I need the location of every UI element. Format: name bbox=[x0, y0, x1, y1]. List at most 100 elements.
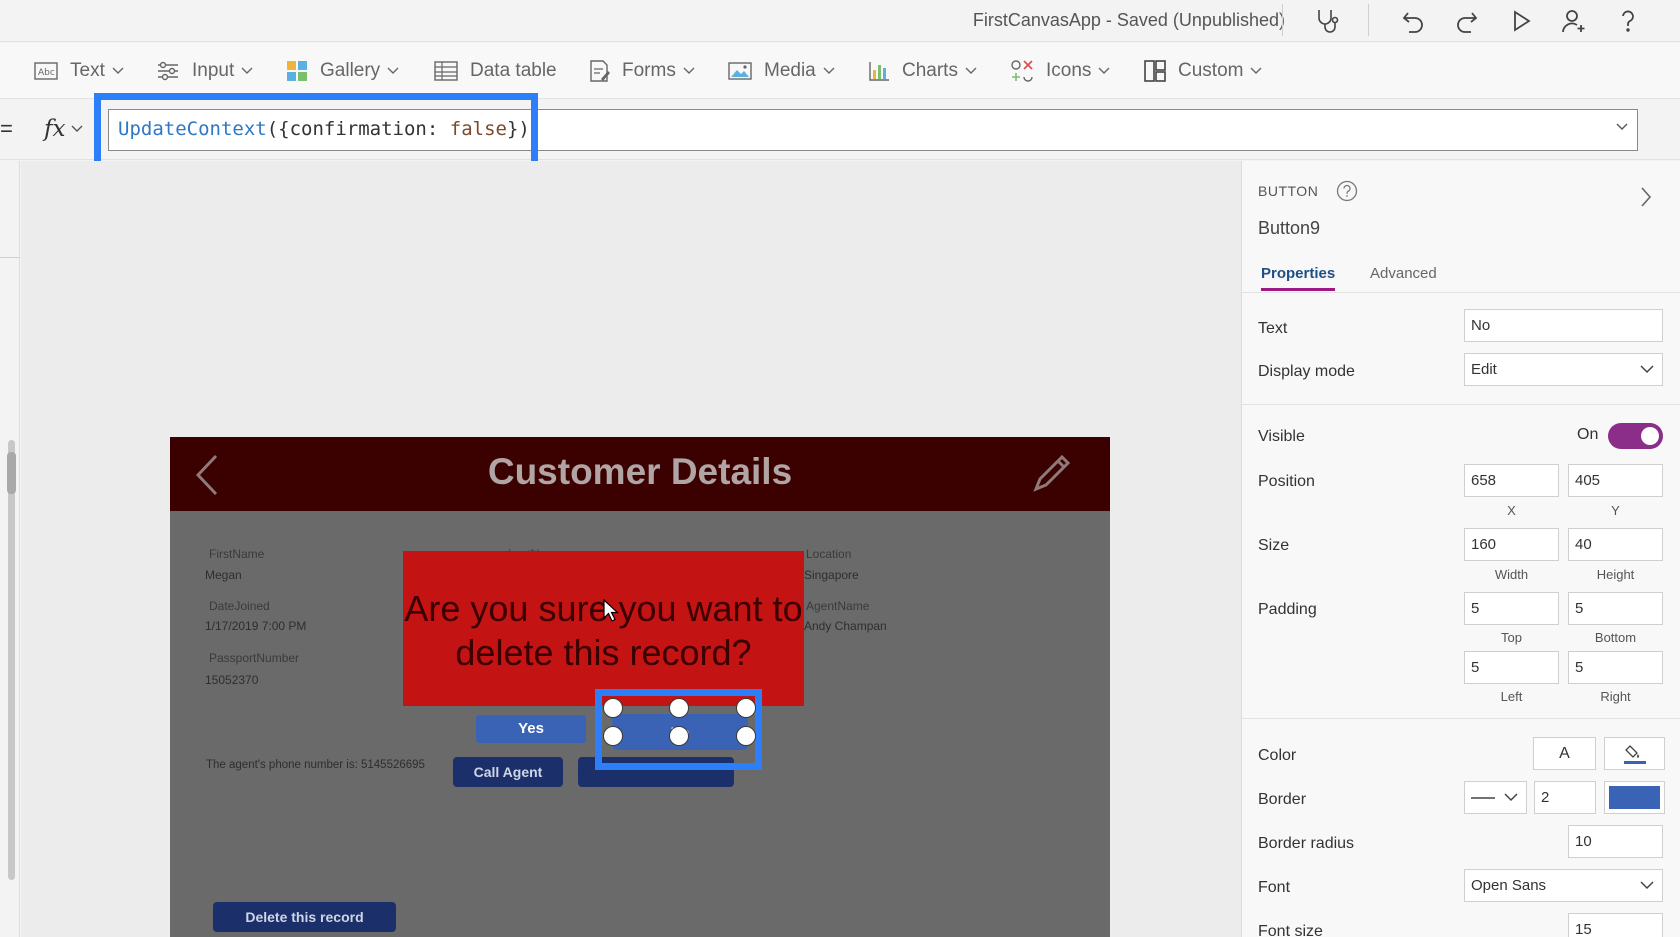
position-label: Position bbox=[1258, 473, 1315, 490]
position-x-input[interactable]: 658 bbox=[1464, 464, 1559, 497]
play-icon[interactable] bbox=[1504, 5, 1538, 37]
insert-item-label: Media bbox=[764, 60, 816, 81]
visible-toggle[interactable] bbox=[1608, 423, 1663, 449]
border-width-input[interactable]: 2 bbox=[1534, 781, 1596, 814]
insert-item-label: Forms bbox=[622, 60, 676, 81]
tab-advanced[interactable]: Advanced bbox=[1370, 265, 1437, 282]
formula-function: UpdateContext bbox=[118, 118, 267, 140]
display-mode-value: Edit bbox=[1471, 361, 1497, 378]
resize-handle-bottom[interactable] bbox=[669, 726, 689, 746]
padding-label: Padding bbox=[1258, 601, 1317, 618]
display-mode-select[interactable]: Edit bbox=[1464, 353, 1663, 386]
hidden-button-behind[interactable] bbox=[578, 757, 734, 787]
svg-text:Abc: Abc bbox=[38, 68, 55, 78]
confirmation-message: Are you sure you want to delete this rec… bbox=[404, 588, 803, 673]
resize-handle-top-right[interactable] bbox=[736, 698, 756, 718]
edit-pencil-icon[interactable] bbox=[1028, 451, 1074, 497]
yes-button[interactable]: Yes bbox=[476, 715, 586, 743]
app-screen[interactable]: Customer Details FirstName Megan LastNam… bbox=[170, 437, 1110, 937]
insert-text-menu[interactable]: Abc Text bbox=[34, 57, 124, 85]
tab-properties[interactable]: Properties bbox=[1261, 265, 1335, 282]
agentname-label: AgentName bbox=[806, 599, 870, 613]
delete-record-button[interactable]: Delete this record bbox=[213, 902, 396, 932]
resize-handle-bottom-left[interactable] bbox=[603, 726, 623, 746]
visible-state-text: On bbox=[1577, 426, 1599, 443]
chevron-down-icon bbox=[1098, 67, 1110, 74]
padding-bottom-input[interactable]: 5 bbox=[1568, 592, 1663, 625]
insert-custom-menu[interactable]: Custom bbox=[1144, 57, 1262, 85]
size-width-input[interactable]: 160 bbox=[1464, 528, 1559, 561]
formula-input[interactable]: UpdateContext({confirmation: false}) bbox=[108, 109, 1638, 151]
media-icon bbox=[728, 62, 752, 80]
active-tab-indicator bbox=[1261, 288, 1335, 291]
share-user-icon[interactable] bbox=[1557, 5, 1591, 37]
font-value: Open Sans bbox=[1471, 877, 1547, 894]
redo-icon[interactable] bbox=[1450, 5, 1484, 37]
section-divider bbox=[1242, 718, 1680, 719]
insert-forms-menu[interactable]: Forms bbox=[588, 57, 695, 85]
resize-handle-bottom-right[interactable] bbox=[736, 726, 756, 746]
help-icon[interactable] bbox=[1611, 5, 1645, 37]
border-radius-input[interactable]: 10 bbox=[1568, 825, 1663, 858]
insert-item-label: Text bbox=[70, 60, 105, 81]
insert-gallery-menu[interactable]: Gallery bbox=[286, 57, 399, 85]
border-color-button[interactable] bbox=[1604, 781, 1665, 814]
size-height-input[interactable]: 40 bbox=[1568, 528, 1663, 561]
input-sliders-icon bbox=[158, 61, 178, 81]
insert-item-label: Custom bbox=[1178, 60, 1244, 81]
undo-icon[interactable] bbox=[1396, 5, 1430, 37]
chevron-right-icon[interactable] bbox=[1639, 186, 1653, 208]
location-label: Location bbox=[806, 547, 852, 561]
app-title: FirstCanvasApp - Saved (Unpublished) bbox=[972, 10, 1285, 30]
formula-bar: = fx UpdateContext({confirmation: false}… bbox=[0, 100, 1680, 160]
font-label: Font bbox=[1258, 879, 1291, 896]
border-style-select[interactable] bbox=[1464, 781, 1527, 814]
confirmation-popup: Are you sure you want to delete this rec… bbox=[403, 551, 804, 706]
font-size-label: Font size bbox=[1258, 923, 1323, 937]
help-circle-icon[interactable] bbox=[1336, 180, 1358, 202]
fx-button[interactable]: fx bbox=[44, 113, 83, 145]
chevron-down-icon bbox=[387, 67, 399, 74]
stethoscope-icon[interactable] bbox=[1310, 5, 1344, 37]
text-prop-label: Text bbox=[1258, 320, 1288, 337]
font-size-input[interactable]: 15 bbox=[1568, 913, 1663, 937]
charts-icon bbox=[869, 62, 889, 81]
screen-header: Customer Details bbox=[170, 437, 1110, 511]
padding-top-input[interactable]: 5 bbox=[1464, 592, 1559, 625]
formula-args-open: ({confirmation: bbox=[266, 118, 450, 140]
fill-color-button[interactable] bbox=[1604, 737, 1665, 770]
gallery-icon bbox=[287, 61, 307, 81]
insert-charts-menu[interactable]: Charts bbox=[868, 57, 977, 85]
chevron-down-icon bbox=[1504, 793, 1518, 802]
passport-value: 15052370 bbox=[205, 673, 259, 687]
formula-expand-chevron-icon[interactable] bbox=[1615, 122, 1629, 131]
chevron-down-icon bbox=[1640, 881, 1654, 890]
text-prop-input[interactable]: No bbox=[1464, 309, 1663, 342]
insert-input-menu[interactable]: Input bbox=[156, 57, 253, 85]
firstname-value: Megan bbox=[205, 568, 242, 582]
resize-handle-top[interactable] bbox=[669, 698, 689, 718]
properties-panel: BUTTON Button9 Properties Advanced Text … bbox=[1241, 161, 1680, 937]
chevron-down-icon bbox=[241, 67, 253, 74]
call-agent-button[interactable]: Call Agent bbox=[453, 757, 563, 787]
padding-right-input[interactable]: 5 bbox=[1568, 651, 1663, 684]
chevron-down-icon bbox=[1250, 67, 1262, 74]
data-table-icon bbox=[434, 61, 458, 81]
insert-data-table-button[interactable]: Data table bbox=[434, 57, 557, 85]
screen-title: Customer Details bbox=[487, 451, 793, 492]
position-y-caption: Y bbox=[1611, 503, 1620, 518]
left-scrollbar[interactable] bbox=[8, 440, 15, 880]
fx-icon: fx bbox=[44, 116, 66, 142]
position-y-input[interactable]: 405 bbox=[1568, 464, 1663, 497]
insert-item-label: Input bbox=[192, 60, 235, 81]
text-color-button[interactable]: A bbox=[1533, 737, 1596, 770]
insert-media-menu[interactable]: Media bbox=[728, 57, 835, 85]
firstname-label: FirstName bbox=[209, 547, 265, 561]
padding-right-caption: Right bbox=[1600, 689, 1631, 704]
font-select[interactable]: Open Sans bbox=[1464, 869, 1663, 902]
padding-left-input[interactable]: 5 bbox=[1464, 651, 1559, 684]
left-scrollbar-thumb[interactable] bbox=[7, 452, 16, 494]
resize-handle-top-left[interactable] bbox=[603, 698, 623, 718]
insert-item-label: Charts bbox=[902, 60, 958, 81]
insert-icons-menu[interactable]: Icons bbox=[1010, 57, 1110, 85]
